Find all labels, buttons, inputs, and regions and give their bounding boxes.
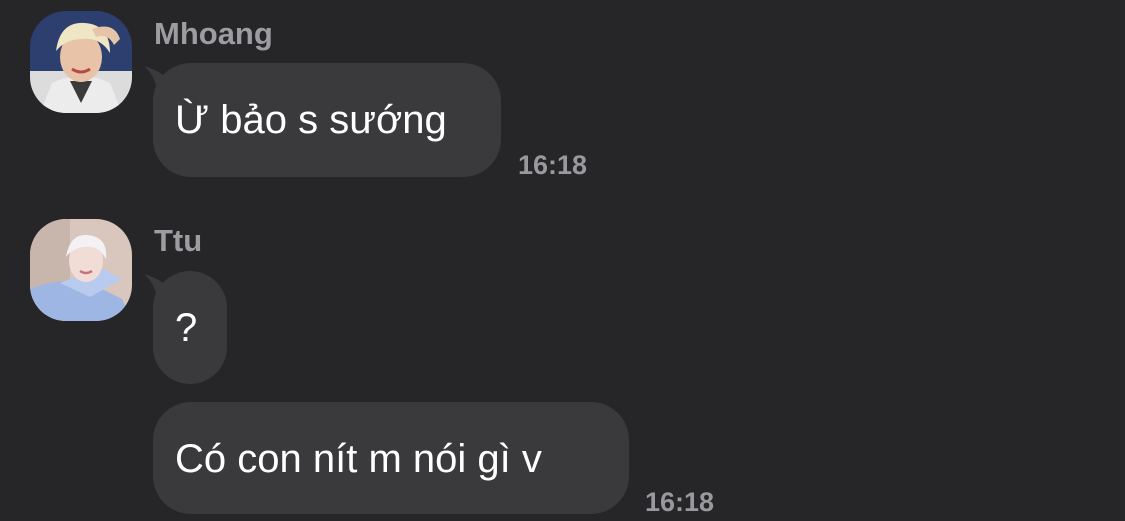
person-avatar-icon [30, 11, 132, 113]
message-text: ? [175, 306, 198, 350]
sender-name: Mhoang [154, 16, 273, 51]
message-timestamp: 16:18 [645, 487, 715, 517]
message-bubble[interactable]: Có con nít m nói gì v [153, 402, 629, 514]
sender-name: Ttu [154, 223, 203, 258]
avatar-mhoang[interactable] [30, 11, 132, 113]
person-avatar-icon [30, 219, 132, 321]
message-timestamp: 16:18 [518, 150, 588, 180]
message-bubble[interactable]: Ừ bảo s sướng [153, 63, 501, 177]
message-bubble[interactable]: ? [153, 271, 227, 384]
message-text: Ừ bảo s sướng [175, 98, 447, 142]
avatar-ttu[interactable] [30, 219, 132, 321]
message-text: Có con nít m nói gì v [175, 437, 542, 481]
